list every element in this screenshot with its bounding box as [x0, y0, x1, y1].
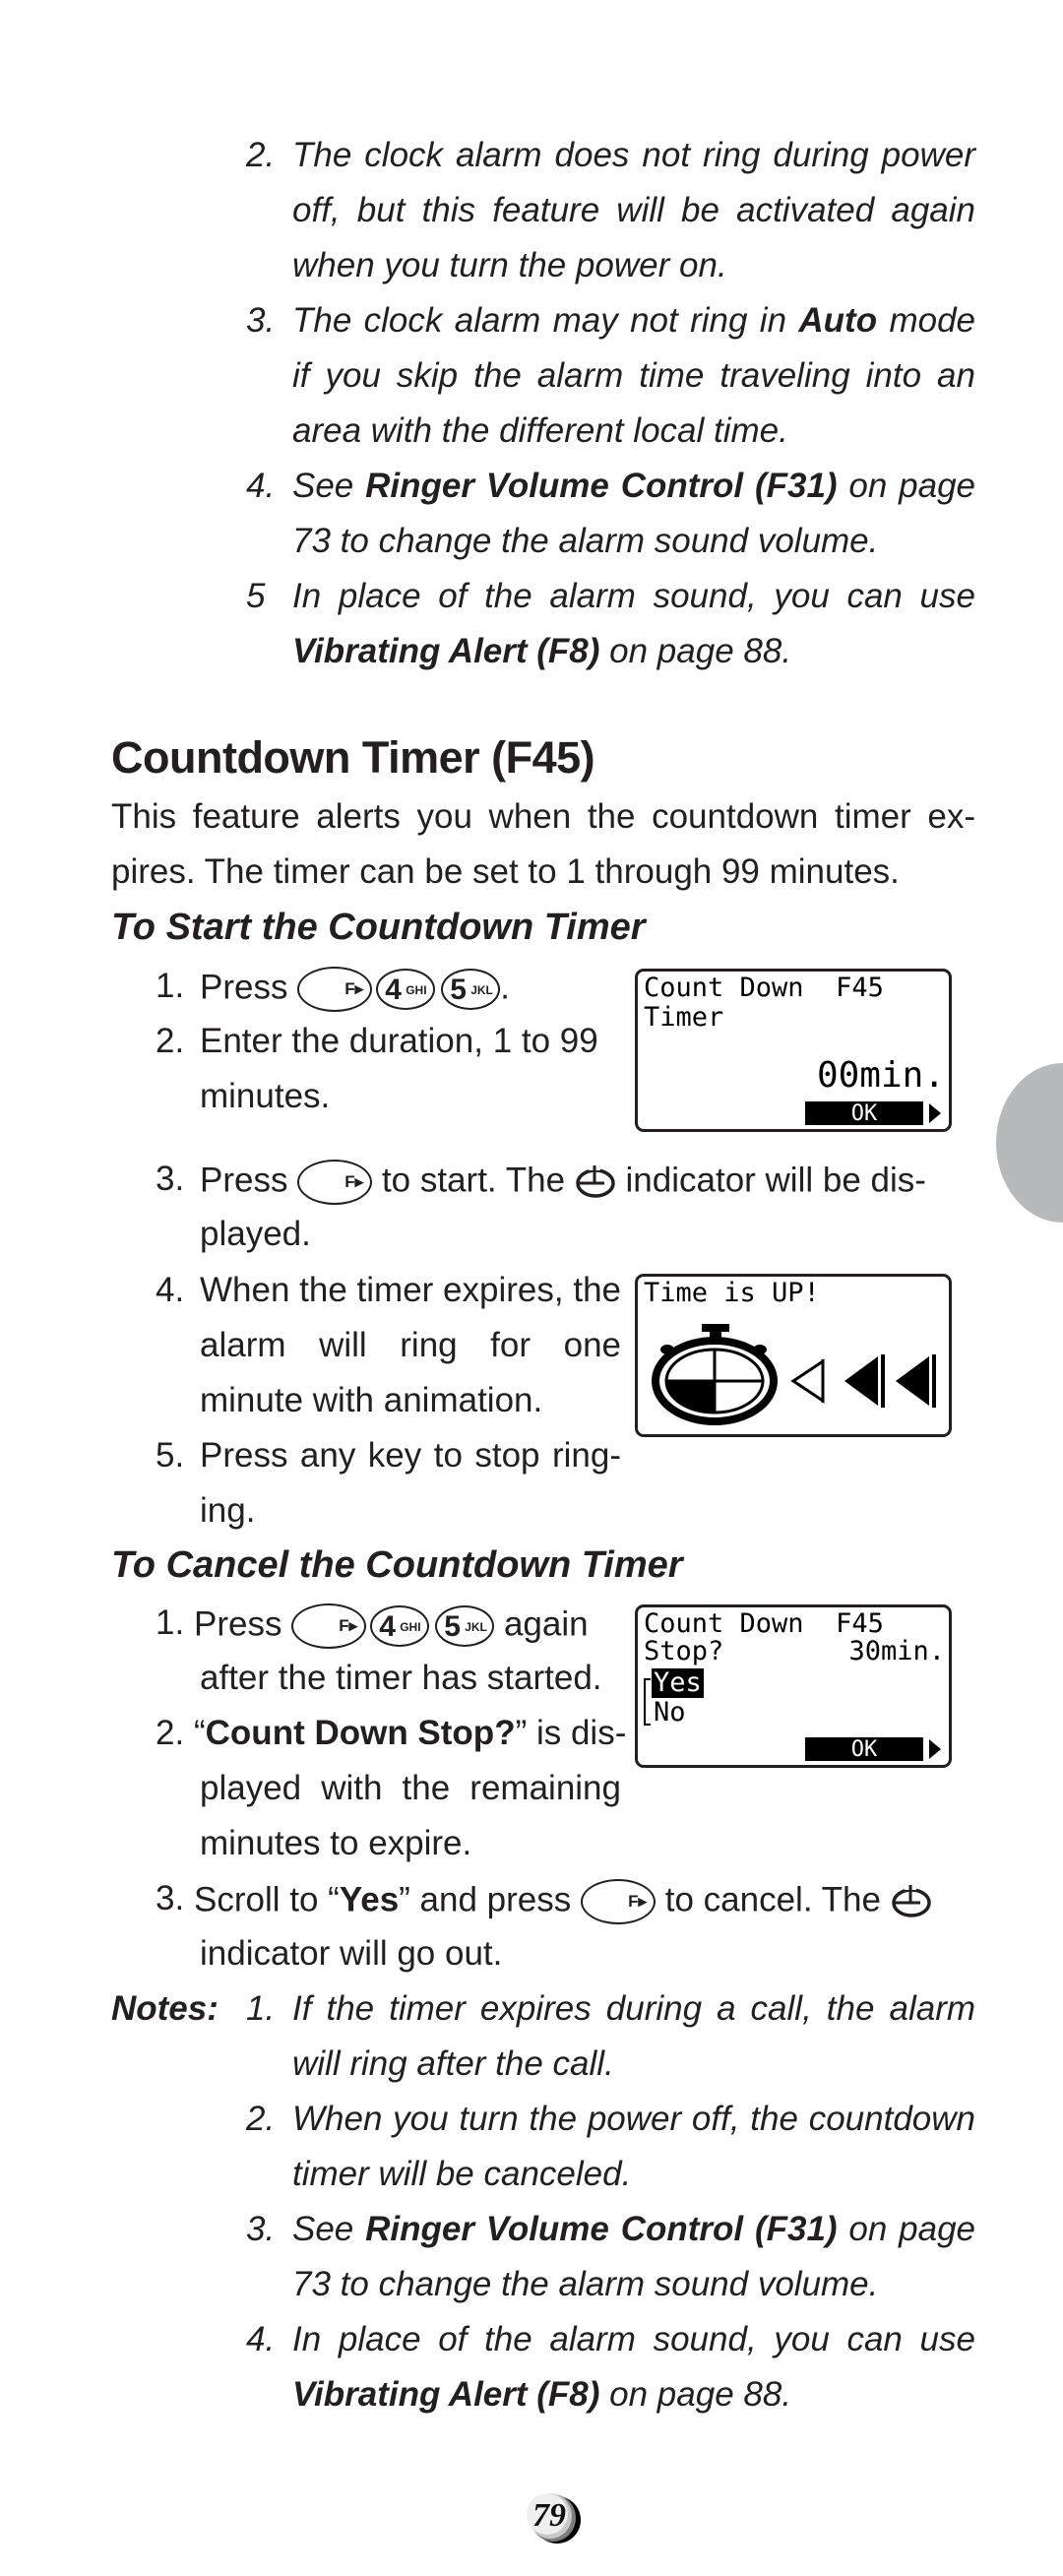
note-number: 3.	[246, 2210, 276, 2248]
step-number: 2.	[156, 1022, 185, 1060]
stopwatch-icon	[652, 1324, 778, 1425]
step-number: 4.	[156, 1271, 185, 1309]
step-text: minute with animation.	[200, 1381, 543, 1419]
step-text: minutes.	[200, 1077, 331, 1115]
note-text: When you turn the power off, the countdo…	[292, 2100, 975, 2138]
section-title: Countdown Timer (F45)	[111, 732, 595, 783]
key-5-button[interactable]: 5 JKL	[435, 1605, 495, 1647]
note-number: 2.	[246, 2100, 276, 2138]
cross-reference-link[interactable]: Ringer Volume Control (F31)	[365, 467, 837, 505]
note-text: will ring after the call.	[292, 2044, 614, 2083]
note-text: when you turn the power on.	[292, 246, 727, 284]
step-text: Press F▸ 4 GHI 5 JKL.	[200, 967, 510, 1012]
step-text: Press any key to stop ring-	[200, 1436, 621, 1475]
note-number: 4.	[246, 467, 276, 505]
step-text: Scroll to “Yes” and press F▸ to cancel. …	[194, 1879, 932, 1924]
note-text: off, but this feature will be activated …	[292, 191, 975, 229]
note-number: 5	[246, 577, 266, 615]
note-number: 3.	[246, 301, 276, 340]
step-text: Enter the duration, 1 to 99	[200, 1022, 598, 1060]
step-text: after the timer has started.	[200, 1659, 602, 1697]
right-arrow-icon	[929, 1739, 941, 1759]
note-text: The clock alarm does not ring during pow…	[292, 136, 975, 174]
lcd-animation	[652, 1324, 936, 1425]
note-text: area with the different local time.	[292, 411, 788, 450]
step-number: 3.	[156, 1160, 185, 1198]
step-number: 1.	[156, 1603, 185, 1642]
step-text: When the timer expires, the	[200, 1271, 621, 1309]
chapter-side-tab	[996, 1063, 1063, 1223]
intro-text: This feature alerts you when the countdo…	[111, 797, 975, 836]
lcd-ok-softkey[interactable]: OK	[805, 1101, 923, 1126]
key-5-button[interactable]: 5 JKL	[441, 969, 501, 1010]
note-text: timer will be canceled.	[292, 2155, 632, 2193]
note-text: See Ringer Volume Control (F31) on page	[292, 2210, 976, 2248]
lcd-time-up-screen: Time is UP!	[635, 1274, 952, 1437]
step-number: 2.	[156, 1714, 185, 1752]
cross-reference-link[interactable]: Vibrating Alert (F8)	[292, 632, 599, 670]
lcd-stop-screen: Count Down F45 Stop? 30min. Yes No OK	[635, 1604, 952, 1768]
ring-wave-filled-icon	[844, 1356, 878, 1406]
note-number: 4.	[246, 2320, 276, 2358]
note-number: 1.	[246, 1989, 276, 2028]
function-key-button[interactable]: F▸	[297, 967, 373, 1012]
ring-wave-filled-icon	[896, 1356, 929, 1406]
note-text: In place of the alarm sound, you can use	[292, 2320, 975, 2358]
ring-wave-outline-icon	[790, 1358, 825, 1404]
step-number: 1.	[156, 967, 185, 1005]
note-text: if you skip the alarm time traveling int…	[292, 356, 975, 395]
lcd-line: Count Down F45	[644, 1608, 884, 1639]
lcd-line: Count Down F45	[644, 973, 884, 1003]
step-number: 3.	[156, 1879, 185, 1917]
step-text: alarm will ring for one	[200, 1326, 621, 1364]
start-heading: To Start the Countdown Timer	[111, 907, 646, 948]
lcd-timer-value: 00min.	[816, 1055, 945, 1096]
lcd-option-no[interactable]: No	[654, 1698, 686, 1728]
step-text: minutes to expire.	[200, 1824, 472, 1862]
key-4-button[interactable]: 4 GHI	[376, 969, 436, 1010]
step-text: played.	[200, 1215, 311, 1253]
cross-reference-link[interactable]: Ringer Volume Control (F31)	[365, 2210, 837, 2248]
note-text: 73 to change the alarm sound volume.	[292, 2265, 879, 2303]
page-number-badge: 79	[520, 2490, 589, 2545]
note-text: The clock alarm may not ring in Auto mod…	[292, 301, 975, 340]
note-text: In place of the alarm sound, you can use	[292, 577, 975, 615]
lcd-ok-softkey[interactable]: OK	[805, 1737, 923, 1762]
option-bracket	[644, 1678, 651, 1726]
note-text: Vibrating Alert (F8) on page 88.	[292, 2375, 792, 2414]
function-key-button[interactable]: F▸	[291, 1603, 367, 1649]
intro-text: pires. The timer can be set to 1 through…	[111, 852, 900, 891]
lcd-set-timer-screen: Count Down F45 Timer 00min. OK	[635, 969, 952, 1132]
note-number: 2.	[246, 136, 276, 174]
lcd-line: Time is UP!	[644, 1278, 820, 1308]
right-arrow-icon	[929, 1103, 941, 1123]
function-key-button[interactable]: F▸	[581, 1879, 656, 1924]
lcd-option-yes-selected[interactable]: Yes	[652, 1668, 704, 1698]
key-4-button[interactable]: 4 GHI	[370, 1605, 430, 1647]
step-text: Press F▸ to start. The indicator will be…	[200, 1160, 926, 1205]
page-number: 79	[532, 2497, 566, 2534]
step-text: played with the remaining	[200, 1769, 621, 1807]
step-text: indicator will go out.	[200, 1934, 503, 1973]
note-text: 73 to change the alarm sound volume.	[292, 522, 879, 560]
countdown-timer-indicator-icon	[891, 1885, 931, 1917]
step-text: “Count Down Stop?” is dis-	[194, 1714, 627, 1752]
lcd-remaining-minutes: 30min.	[848, 1636, 945, 1666]
lcd-line: Timer	[644, 1002, 724, 1033]
cross-reference-link[interactable]: Vibrating Alert (F8)	[292, 2375, 599, 2414]
note-text: See Ringer Volume Control (F31) on page	[292, 467, 976, 505]
note-text: If the timer expires during a call, the …	[292, 1989, 975, 2028]
step-text: ing.	[200, 1491, 256, 1530]
countdown-timer-indicator-icon	[576, 1165, 615, 1198]
function-key-button[interactable]: F▸	[297, 1160, 373, 1205]
step-number: 5.	[156, 1436, 185, 1475]
cancel-heading: To Cancel the Countdown Timer	[111, 1544, 683, 1586]
notes-label: Notes:	[111, 1989, 219, 2028]
step-text: Press F▸ 4 GHI 5 JKL again	[194, 1603, 589, 1649]
lcd-line: Stop?	[644, 1636, 724, 1666]
note-text: Vibrating Alert (F8) on page 88.	[292, 632, 792, 670]
